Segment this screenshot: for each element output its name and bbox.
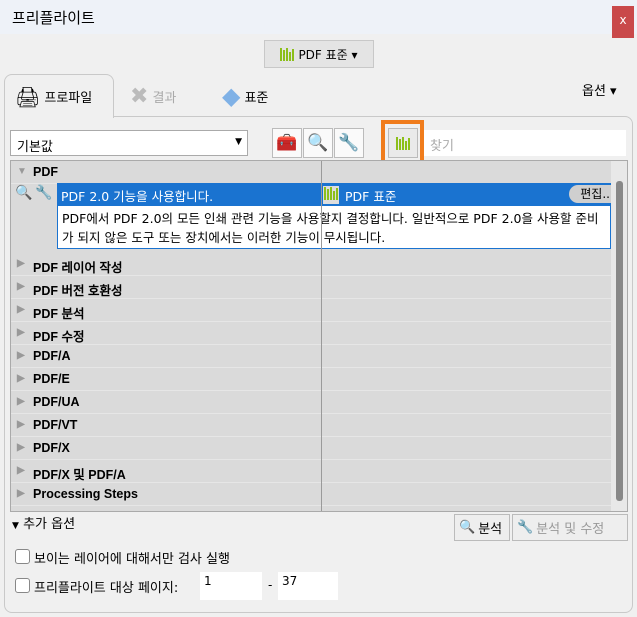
analyze-button[interactable]: 🔍 분석	[454, 514, 510, 541]
group-label: PDF/VT	[33, 418, 78, 432]
diamond-icon: ◆	[222, 82, 241, 110]
collapsed-arrow-icon: ▶	[17, 258, 25, 269]
page-from-input[interactable]: 1	[200, 572, 262, 600]
tree-group-row[interactable]: ▶ PDF/X	[11, 437, 611, 460]
profile-tree: ▼ PDF 🔍 🔧 PDF 2.0 기능을 사용합니다. PDF 표준 편집...…	[10, 160, 628, 512]
magnifier-icon: 🔍	[307, 133, 329, 153]
tab-label: 표준	[244, 90, 269, 106]
more-options-label: 추가 옵션	[23, 517, 76, 532]
collapsed-arrow-icon: ▶	[17, 327, 25, 338]
highlight-box	[381, 120, 424, 165]
preset-value: 기본값	[17, 140, 53, 155]
tree-group-row[interactable]: ▶ PDF/X 및 PDF/A	[11, 460, 611, 483]
expanded-arrow-icon: ▼	[17, 166, 27, 177]
group-label: PDF	[33, 165, 58, 179]
wrench-icon: 🔧	[338, 133, 360, 153]
page-range-label: 프리플라이트 대상 페이지:	[34, 581, 179, 596]
check-x-icon: ✖	[130, 83, 149, 109]
standards-icon	[280, 47, 295, 61]
tree-group-pdf[interactable]: ▼ PDF	[11, 161, 611, 184]
more-options-toggle[interactable]: ▼ 추가 옵션	[12, 513, 75, 532]
tab-standards[interactable]: ◆ 표준	[222, 74, 268, 118]
group-label: PDF 수정	[33, 330, 85, 344]
collapsed-arrow-icon: ▶	[17, 396, 25, 407]
collapsed-arrow-icon: ▶	[17, 281, 25, 292]
page-to-input[interactable]: 37	[278, 572, 338, 600]
collapsed-arrow-icon: ▶	[17, 373, 25, 384]
group-label: PDF/X 및 PDF/A	[33, 468, 126, 482]
group-label: PDF/E	[33, 372, 70, 386]
title-bar	[0, 0, 637, 34]
visible-layers-label: 보이는 레이어에 대해서만 검사 실행	[34, 552, 230, 567]
tab-label: 프로파일	[44, 91, 93, 106]
profile-description: PDF에서 PDF 2.0의 모든 인쇄 관련 기능을 사용할지 결정합니다. …	[57, 205, 611, 249]
chevron-down-icon: ▼	[235, 137, 242, 147]
page-range-checkbox[interactable]	[15, 578, 30, 593]
tree-group-row[interactable]: ▶ Processing Steps	[11, 483, 611, 506]
standards-icon	[324, 187, 338, 200]
tree-group-row[interactable]: ▶ PDF/VT	[11, 414, 611, 437]
magnifier-icon: 🔍	[459, 520, 476, 535]
scrollbar-thumb[interactable]	[616, 181, 623, 501]
column-divider	[321, 161, 322, 511]
pdf-standard-button[interactable]: PDF 표준 ▾	[264, 40, 374, 68]
collapsed-arrow-icon: ▶	[17, 304, 25, 315]
profile-label: PDF 2.0 기능을 사용합니다.	[61, 189, 214, 204]
group-label: PDF 버전 호환성	[33, 284, 123, 298]
wrench-magnifier-icon: 🔧	[517, 520, 534, 535]
tree-group-row[interactable]: ▶ PDF 레이어 작성	[11, 253, 611, 276]
collapsed-arrow-icon: ▶	[17, 350, 25, 361]
group-label: PDF 레이어 작성	[33, 261, 123, 275]
tab-label: 결과	[152, 90, 177, 106]
analyze-label: 분석	[478, 522, 503, 537]
expanded-arrow-icon: ▼	[12, 521, 19, 531]
tree-group-row[interactable]: ▶ PDF 수정	[11, 322, 611, 345]
printer-magnifier-icon: 🖨	[15, 84, 41, 109]
window-title: 프리플라이트	[12, 9, 95, 27]
tab-profile[interactable]: 🖨 프로파일	[4, 74, 114, 118]
profile-category: PDF 표준	[345, 189, 397, 204]
group-label: PDF 분석	[33, 307, 85, 321]
analyze-fix-label: 분석 및 수정	[536, 522, 605, 537]
options-menu[interactable]: 옵션 ▾	[582, 80, 617, 99]
group-label: PDF/X	[33, 441, 70, 455]
group-label: Processing Steps	[33, 487, 138, 501]
collapsed-arrow-icon: ▶	[17, 419, 25, 430]
tree-group-row[interactable]: ▶ PDF/A	[11, 345, 611, 368]
tree-group-row[interactable]: ▶ PDF/UA	[11, 391, 611, 414]
tree-group-row[interactable]: ▶ PDF 분석	[11, 299, 611, 322]
toolbox-icon: 🧰	[276, 133, 298, 153]
collapsed-arrow-icon: ▶	[17, 442, 25, 453]
wrench-icon: 🔧	[35, 185, 53, 201]
group-label: PDF/A	[33, 349, 71, 363]
preset-dropdown[interactable]: 기본값 ▼	[10, 130, 248, 156]
collapsed-arrow-icon: ▶	[17, 488, 25, 499]
tree-group-row[interactable]: ▶ PDF 버전 호환성	[11, 276, 611, 299]
selected-profile-row[interactable]: PDF 2.0 기능을 사용합니다. PDF 표준 편집... ⚑▾	[57, 183, 625, 205]
group-label: PDF/UA	[33, 395, 80, 409]
analyze-filter-button[interactable]: 🔍	[303, 128, 333, 158]
fixup-filter-button[interactable]: 🔧	[334, 128, 364, 158]
tab-results[interactable]: ✖ 결과	[130, 74, 176, 118]
visible-layers-checkbox[interactable]	[15, 549, 30, 564]
tree-group-row[interactable]: ▶ PDF/E	[11, 368, 611, 391]
analyze-fix-button[interactable]: 🔧 분석 및 수정	[512, 514, 628, 541]
profile-toolbox-button[interactable]: 🧰	[272, 128, 302, 158]
range-dash: -	[268, 578, 273, 592]
close-button[interactable]: x	[612, 6, 634, 38]
analyze-icon: 🔍	[15, 185, 33, 201]
pdf-standard-label: PDF 표준 ▾	[298, 47, 358, 62]
search-input[interactable]: 찾기	[424, 130, 626, 156]
collapsed-arrow-icon: ▶	[17, 465, 25, 476]
